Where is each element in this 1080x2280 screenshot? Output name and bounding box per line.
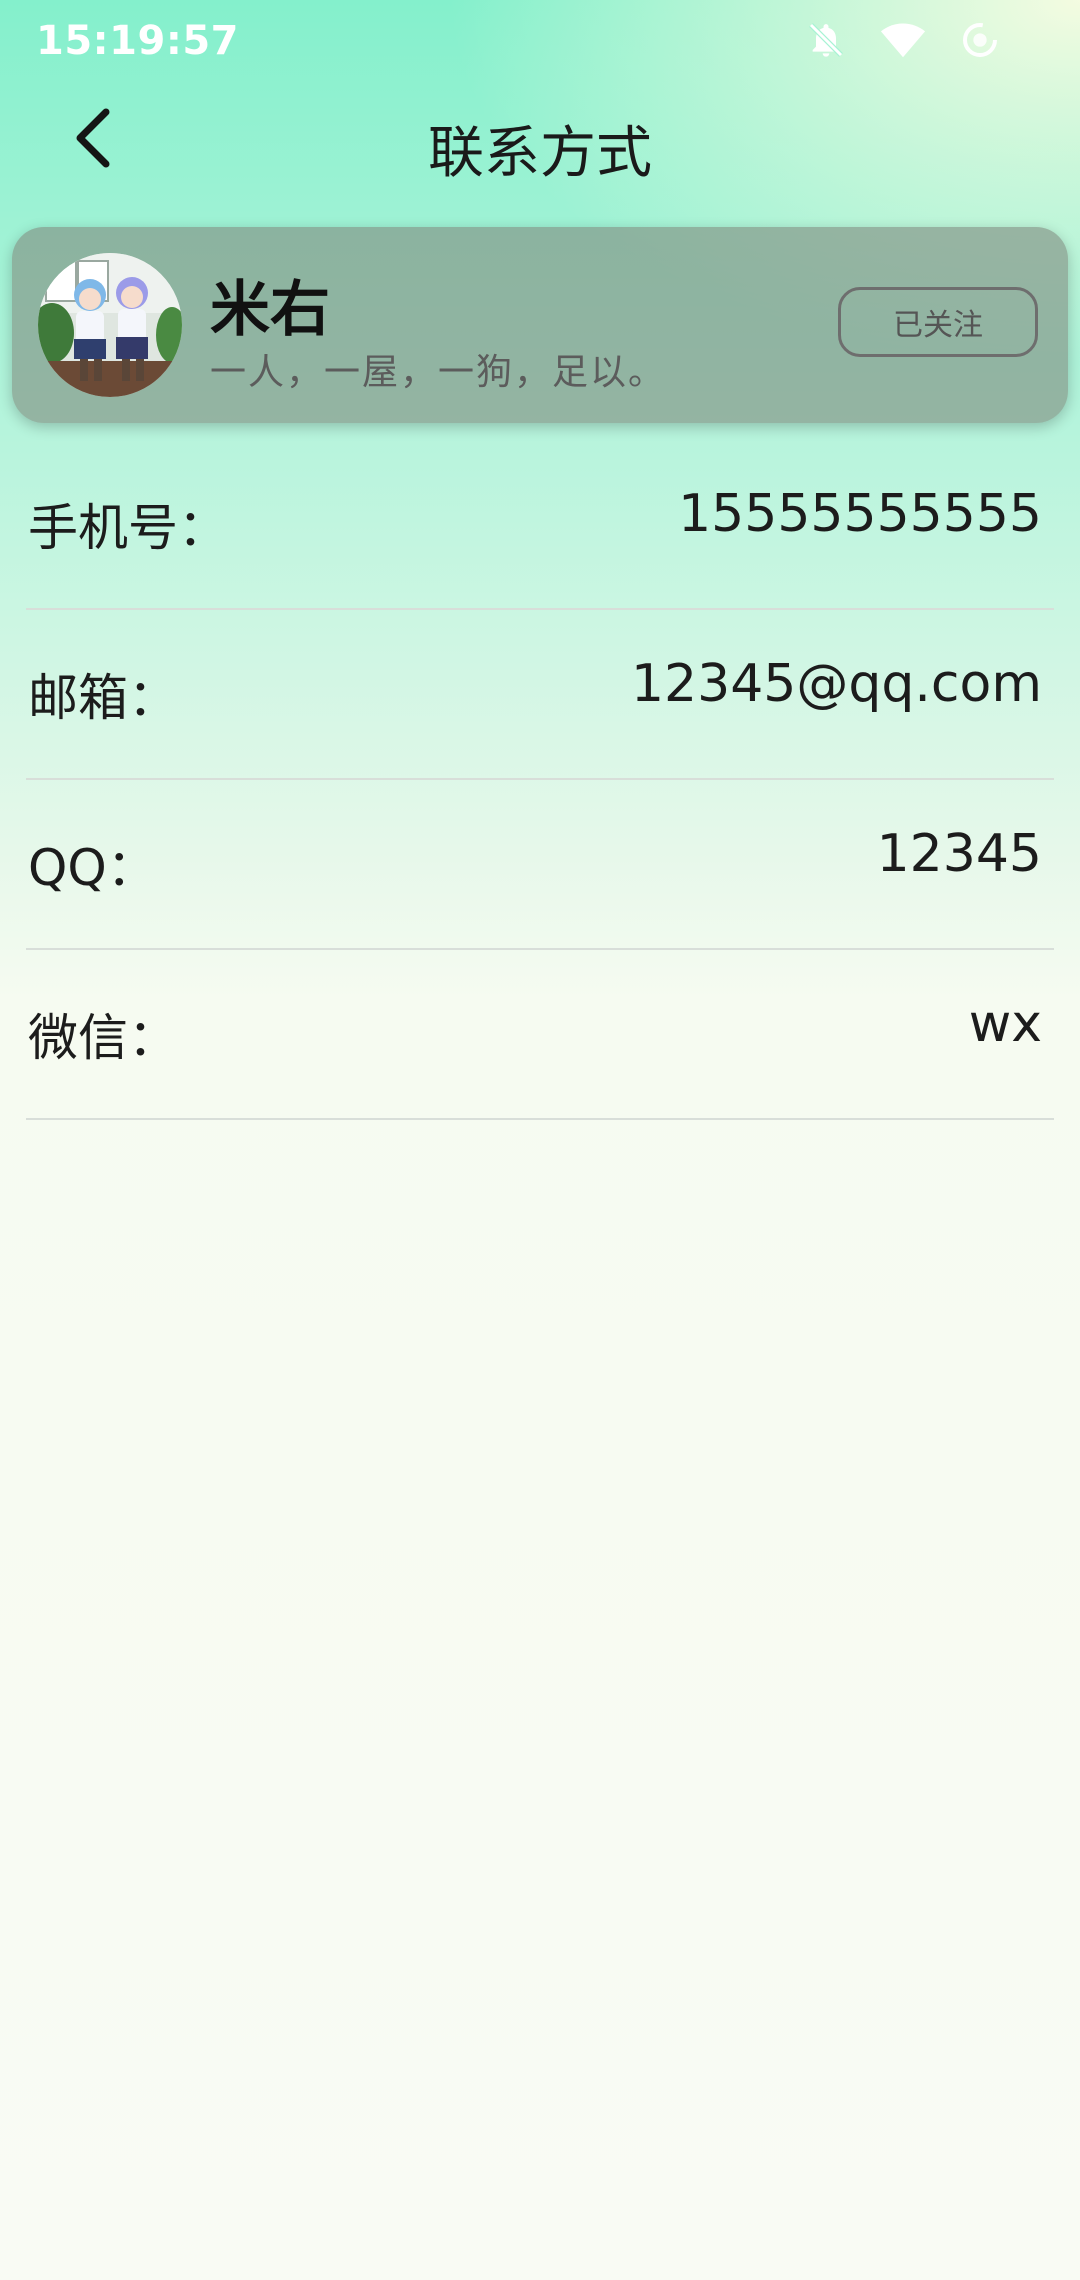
phone-row[interactable]: 手机号： 15555555555 xyxy=(26,440,1054,610)
qq-row[interactable]: QQ： 12345 xyxy=(26,780,1054,950)
profile-card[interactable]: 米右 一人，一屋，一狗，足以。 已关注 xyxy=(12,227,1068,423)
wechat-label: 微信： xyxy=(28,1009,178,1067)
profile-bio: 一人，一屋，一狗，足以。 xyxy=(210,352,667,393)
wifi-icon xyxy=(880,20,926,60)
follow-button[interactable]: 已关注 xyxy=(838,287,1038,357)
status-icons xyxy=(806,20,1000,60)
contact-list: 手机号： 15555555555 邮箱： 12345@qq.com QQ： 12… xyxy=(0,440,1080,1120)
wechat-value[interactable]: wx xyxy=(969,994,1042,1054)
email-label: 邮箱： xyxy=(28,669,178,727)
status-bar: 15:19:57 xyxy=(0,0,1080,90)
qq-label: QQ： xyxy=(28,839,157,897)
profile-name: 米右 xyxy=(210,275,330,345)
data-saver-icon xyxy=(960,20,1000,60)
page-title: 联系方式 xyxy=(428,121,652,186)
wechat-row[interactable]: 微信： wx xyxy=(26,950,1054,1120)
email-row[interactable]: 邮箱： 12345@qq.com xyxy=(26,610,1054,780)
bell-off-icon xyxy=(806,20,846,60)
qq-value[interactable]: 12345 xyxy=(877,824,1042,884)
phone-label: 手机号： xyxy=(28,499,228,557)
app-bar: 联系方式 xyxy=(0,90,1080,195)
avatar[interactable] xyxy=(38,253,182,397)
phone-value[interactable]: 15555555555 xyxy=(678,484,1042,544)
email-value[interactable]: 12345@qq.com xyxy=(631,654,1042,714)
status-time: 15:19:57 xyxy=(36,18,239,64)
